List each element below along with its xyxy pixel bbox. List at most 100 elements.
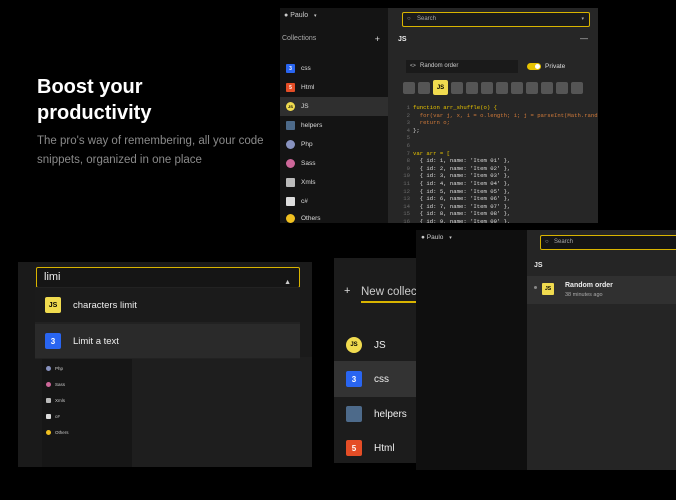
code-line: 14 { id: 7, name: 'Item 07' }, — [398, 203, 598, 211]
search-input[interactable]: ○ Search ▾ — [402, 12, 590, 27]
search-value: limi — [44, 271, 61, 283]
code-line: 13 { id: 6, name: 'Item 06' }, — [398, 195, 598, 203]
code-text: { id: 4, name: 'Item 04' }, — [413, 179, 511, 187]
language-icon[interactable] — [526, 82, 538, 94]
snippet-title-value: Random order — [420, 63, 459, 69]
language-icon[interactable] — [556, 82, 568, 94]
css-icon: 3 — [45, 333, 61, 349]
language-icon[interactable] — [466, 82, 478, 94]
list-item[interactable]: JS Random order 38 minutes ago — [527, 276, 676, 304]
language-icon[interactable] — [496, 82, 508, 94]
sidebar-item-csharp[interactable]: c# — [46, 414, 60, 419]
code-editor[interactable]: 1 function arr_shuffle(o) {2 for(var j, x… — [398, 104, 598, 223]
search-icon: ○ — [407, 16, 411, 22]
sidebar-item-label: css — [301, 65, 311, 72]
language-icon[interactable] — [403, 82, 415, 94]
sidebar-item-xmls[interactable]: Xmls — [46, 398, 65, 403]
snippet-list — [527, 230, 676, 470]
sidebar-item-helpers[interactable]: helpers — [280, 116, 388, 135]
sidebar-item-label: Php — [55, 366, 64, 371]
autocomplete-option[interactable]: 3 Limit a text — [35, 324, 300, 358]
js-icon[interactable]: JS — [433, 80, 448, 95]
php-icon — [286, 140, 295, 149]
css-icon: 3 — [286, 64, 295, 73]
line-number: 1 — [406, 104, 410, 111]
user-name: Paulo — [426, 234, 444, 241]
sidebar-item-label: c# — [301, 198, 308, 205]
search-input[interactable]: ○ Search — [540, 235, 676, 250]
line-number: 10 — [403, 172, 410, 180]
private-toggle[interactable] — [527, 63, 541, 70]
chevron-down-icon: ▾ — [314, 13, 317, 19]
line-number: 11 — [403, 179, 410, 187]
collection-title: JS — [534, 262, 543, 269]
collection-title: JS — [398, 36, 407, 43]
line-number: 16 — [403, 217, 410, 223]
code-text: { id: 7, name: 'Item 07' }, — [413, 202, 511, 210]
code-text: function arr_shuffle(o) { — [413, 104, 497, 111]
line-number: 4 — [406, 126, 410, 134]
php-icon[interactable] — [451, 82, 463, 94]
language-icon[interactable] — [481, 82, 493, 94]
sidebar-item-label: Html — [301, 84, 315, 91]
search-input[interactable]: limi ▲ — [36, 267, 300, 288]
language-icon[interactable] — [418, 82, 430, 94]
code-text: for(var j, x, i = o.length; i; j = parse… — [413, 111, 598, 119]
sidebar-item-others[interactable]: Others — [280, 209, 388, 223]
snippet-time: 38 minutes ago — [565, 292, 603, 298]
language-picker: JS — [403, 80, 583, 95]
css-icon: 3 — [346, 371, 362, 387]
csharp-icon — [46, 414, 51, 419]
sidebar-item-label: Others — [301, 215, 321, 222]
sidebar-item-xmls[interactable]: Xmls — [280, 173, 388, 192]
line-number: 13 — [403, 195, 410, 203]
option-label: characters limit — [73, 299, 137, 311]
autocomplete-option[interactable]: JS characters limit — [35, 288, 300, 322]
code-line: 1 function arr_shuffle(o) { — [398, 104, 598, 112]
chevron-down-icon: ▾ — [449, 235, 452, 241]
user-menu[interactable]: ● Paulo ▾ — [284, 12, 317, 19]
sidebar-item-sass[interactable]: Sass — [46, 382, 65, 387]
sidebar — [416, 230, 527, 470]
plus-icon[interactable]: + — [344, 285, 350, 297]
app-window-main: ● Paulo ▾ Collections + 3 css 5 Html JS JS … — [280, 8, 598, 223]
code-text: return o; — [413, 119, 450, 127]
collection-label: Html — [374, 442, 395, 454]
sidebar-item-others[interactable]: Others — [46, 430, 69, 435]
sidebar-item-sass[interactable]: Sass — [280, 154, 388, 173]
language-icon[interactable] — [511, 82, 523, 94]
sidebar-item-label: Sass — [301, 160, 316, 167]
code-text: { id: 5, name: 'Item 05' }, — [413, 187, 511, 195]
html-icon: 5 — [346, 440, 362, 456]
code-line: 11 { id: 4, name: 'Item 04' }, — [398, 180, 598, 188]
hero-title: Boost your productivity — [37, 76, 152, 124]
sidebar-item-html[interactable]: 5 Html — [280, 78, 388, 97]
sidebar-item-php[interactable]: Php — [280, 135, 388, 154]
add-collection-button[interactable]: + — [375, 34, 380, 44]
sidebar-item-php[interactable]: Php — [46, 366, 63, 371]
sidebar-item-label: Php — [301, 141, 313, 148]
option-label: Limit a text — [73, 335, 119, 347]
search-placeholder: Search — [417, 16, 437, 22]
snippet-name: Random order — [565, 282, 613, 289]
code-text: }; — [413, 126, 420, 134]
collapse-button[interactable]: — — [580, 34, 588, 43]
snippet-title-input[interactable]: <> Random order — [406, 60, 518, 73]
collection-label: JS — [374, 339, 386, 351]
sidebar-item-css[interactable]: 3 css — [280, 59, 388, 78]
others-icon — [286, 214, 295, 223]
others-icon — [46, 430, 51, 435]
sidebar-item-js[interactable]: JS JS — [280, 97, 388, 116]
code-icon: <> — [410, 63, 416, 69]
code-line: 16 { id: 9, name: 'Item 09' }, — [398, 218, 598, 223]
language-icon[interactable] — [541, 82, 553, 94]
sidebar: ● Paulo ▾ Collections + 3 css 5 Html JS JS … — [280, 8, 388, 223]
xml-icon — [286, 178, 295, 187]
user-menu[interactable]: ● Paulo ▾ — [421, 234, 452, 241]
js-icon: JS — [542, 283, 554, 295]
sidebar-item-label: Xmls — [301, 179, 316, 186]
user-name: Paulo — [290, 12, 309, 19]
language-icon[interactable] — [571, 82, 583, 94]
code-text: { id: 9, name: 'Item 09' }, — [413, 217, 511, 223]
csharp-icon — [286, 197, 295, 206]
